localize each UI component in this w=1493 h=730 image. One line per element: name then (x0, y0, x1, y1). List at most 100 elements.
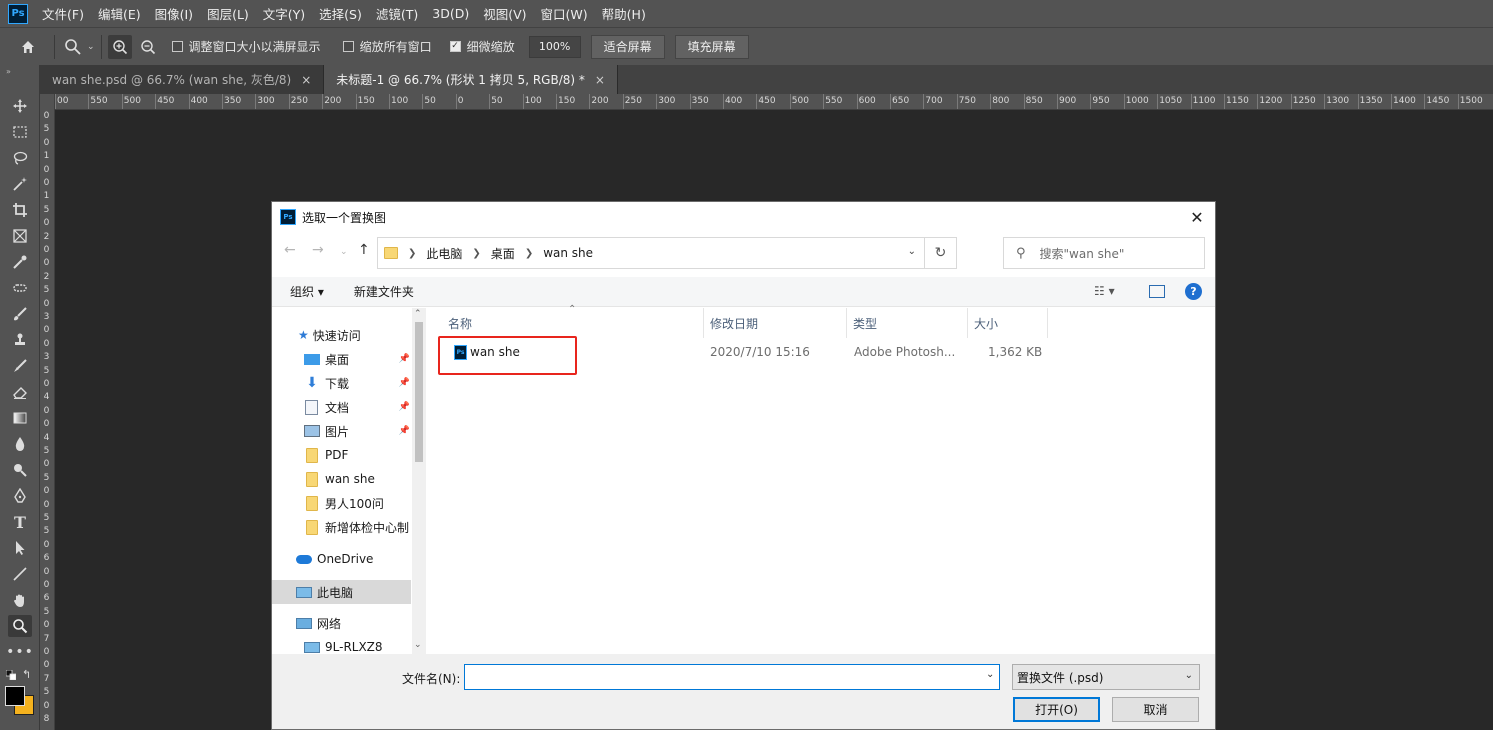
navigation-scrollbar[interactable]: ⌃ ⌄ (412, 308, 426, 654)
filename-dropdown-icon[interactable]: ⌄ (986, 669, 994, 680)
fit-screen-button[interactable]: 适合屏幕 (590, 34, 665, 59)
zoom-all-windows-checkbox[interactable]: 缩放所有窗口 (342, 38, 432, 55)
more-tools-icon[interactable]: ••• (6, 641, 33, 663)
healing-brush-tool-icon[interactable] (8, 277, 32, 299)
type-tool-icon[interactable]: T (8, 511, 32, 533)
search-box[interactable]: ⚲ 搜索"wan she" (1003, 237, 1205, 269)
recent-locations-chevron-icon[interactable]: ⌄ (340, 247, 348, 257)
clone-stamp-tool-icon[interactable] (8, 329, 32, 351)
chevron-right-icon[interactable]: ❯ (525, 248, 533, 259)
blur-tool-icon[interactable] (8, 433, 32, 455)
pen-tool-icon[interactable] (8, 485, 32, 507)
new-folder-button[interactable]: 新建文件夹 (354, 283, 414, 300)
organize-menu[interactable]: 组织 ▾ (290, 283, 324, 300)
back-arrow-icon[interactable]: ← (284, 242, 296, 258)
view-options-icon[interactable]: ☷ ▾ (1094, 284, 1115, 298)
nav-item-wan-she[interactable]: wan she (272, 467, 412, 491)
nav-onedrive[interactable]: OneDrive (272, 547, 412, 571)
menu-help[interactable]: 帮助(H) (602, 4, 646, 23)
menu-edit[interactable]: 编辑(E) (98, 4, 141, 23)
search-input[interactable]: 搜索"wan she" (1040, 245, 1125, 262)
breadcrumb-this-pc[interactable]: 此电脑 (426, 245, 462, 262)
brush-tool-icon[interactable] (8, 303, 32, 325)
fill-screen-button[interactable]: 填充屏幕 (674, 34, 749, 59)
scrubby-zoom-checkbox[interactable]: ✓ 细微缩放 (449, 38, 515, 55)
close-tab-icon[interactable]: × (595, 73, 605, 87)
chevron-down-icon[interactable]: ⌄ (1185, 670, 1193, 681)
checkbox-box[interactable] (342, 41, 354, 52)
cancel-button[interactable]: 取消 (1112, 697, 1199, 722)
column-modified[interactable]: 修改日期 (704, 308, 847, 338)
menu-3d[interactable]: 3D(D) (432, 6, 469, 21)
chevron-down-icon[interactable]: ⌄ (87, 42, 95, 52)
close-dialog-button[interactable]: ✕ (1187, 207, 1207, 227)
help-icon[interactable]: ? (1185, 283, 1202, 300)
line-tool-icon[interactable] (8, 563, 32, 585)
crop-tool-icon[interactable] (8, 199, 32, 221)
dodge-tool-icon[interactable] (8, 459, 32, 481)
close-tab-icon[interactable]: × (301, 73, 311, 87)
eraser-tool-icon[interactable] (8, 381, 32, 403)
chevron-right-icon[interactable]: ❯ (408, 248, 416, 259)
filetype-select[interactable]: 置换文件 (.psd) ⌄ (1012, 664, 1200, 690)
nav-this-pc[interactable]: 此电脑 (272, 580, 411, 604)
zoom-percentage-field[interactable]: 100% (528, 35, 581, 58)
scroll-up-icon[interactable]: ⌃ (414, 309, 422, 319)
default-colors-icon[interactable] (5, 669, 17, 681)
zoom-tool-icon[interactable] (8, 615, 32, 637)
filename-input[interactable] (464, 664, 1000, 690)
nav-item-documents[interactable]: 文档 📌 (272, 395, 412, 419)
tab-untitled-1[interactable]: 未标题-1 @ 66.7% (形状 1 拷贝 5, RGB/8) * × (324, 65, 618, 94)
open-button[interactable]: 打开(O) (1013, 697, 1100, 722)
zoom-tool-preset-icon[interactable] (61, 35, 85, 59)
nav-quick-access[interactable]: ★ 快速访问 (272, 323, 412, 347)
magic-wand-tool-icon[interactable] (8, 173, 32, 195)
collapse-panel-icon[interactable]: » (6, 67, 11, 76)
nav-item-pdf[interactable]: PDF (272, 443, 412, 467)
menu-window[interactable]: 窗口(W) (541, 4, 588, 23)
breadcrumb-wan-she[interactable]: wan she (543, 246, 593, 260)
preview-pane-icon[interactable] (1149, 285, 1165, 298)
hand-tool-icon[interactable] (8, 589, 32, 611)
nav-item-health-center[interactable]: 新增体检中心制 (272, 515, 412, 539)
resize-windows-checkbox[interactable]: 调整窗口大小以满屏显示 (171, 38, 321, 55)
address-bar[interactable]: ❯ 此电脑 ❯ 桌面 ❯ wan she ⌄ ↻ (377, 237, 957, 269)
column-type[interactable]: 类型 (847, 308, 968, 338)
menu-file[interactable]: 文件(F) (42, 4, 84, 23)
nav-item-downloads[interactable]: ⬇ 下载 📌 (272, 371, 412, 395)
lasso-tool-icon[interactable] (8, 147, 32, 169)
menu-layer[interactable]: 图层(L) (207, 4, 249, 23)
menu-filter[interactable]: 滤镜(T) (376, 4, 418, 23)
refresh-icon[interactable]: ↻ (924, 238, 956, 268)
checkbox-checked-icon[interactable]: ✓ (449, 41, 461, 52)
checkbox-box[interactable] (171, 41, 183, 52)
column-size[interactable]: 大小 (968, 308, 1048, 338)
tab-wan-she-psd[interactable]: wan she.psd @ 66.7% (wan she, 灰色/8) × (40, 65, 325, 94)
breadcrumb-desktop[interactable]: 桌面 (491, 245, 515, 262)
frame-tool-icon[interactable] (8, 225, 32, 247)
nav-network-computer[interactable]: 9L-RLXZ8 (272, 635, 412, 654)
eyedropper-tool-icon[interactable] (8, 251, 32, 273)
foreground-color-swatch[interactable] (5, 686, 25, 706)
chevron-right-icon[interactable]: ❯ (472, 248, 480, 259)
menu-view[interactable]: 视图(V) (483, 4, 526, 23)
up-arrow-icon[interactable]: ↑ (358, 242, 370, 258)
history-brush-tool-icon[interactable] (8, 355, 32, 377)
nav-item-desktop[interactable]: 桌面 📌 (272, 347, 412, 371)
marquee-tool-icon[interactable] (8, 121, 32, 143)
menu-image[interactable]: 图像(I) (155, 4, 193, 23)
menu-type[interactable]: 文字(Y) (263, 4, 305, 23)
scrollbar-thumb[interactable] (415, 322, 423, 462)
move-tool-icon[interactable] (8, 95, 32, 117)
column-name[interactable]: 名称 (442, 308, 704, 338)
menu-select[interactable]: 选择(S) (319, 4, 362, 23)
nav-item-men-100[interactable]: 男人100问 (272, 491, 412, 515)
scroll-down-icon[interactable]: ⌄ (414, 640, 422, 650)
address-dropdown-icon[interactable]: ⌄ (908, 246, 916, 257)
home-icon[interactable] (16, 35, 40, 59)
nav-network[interactable]: 网络 (272, 611, 412, 635)
path-selection-tool-icon[interactable] (8, 537, 32, 559)
gradient-tool-icon[interactable] (8, 407, 32, 429)
forward-arrow-icon[interactable]: → (312, 242, 324, 258)
zoom-out-icon[interactable] (136, 35, 160, 59)
